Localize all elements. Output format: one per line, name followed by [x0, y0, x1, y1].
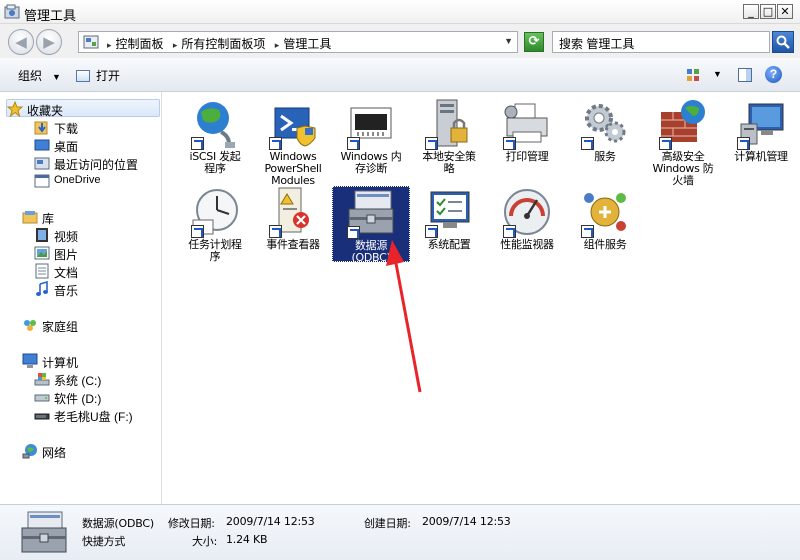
onedrive-icon [34, 174, 50, 188]
organize-button[interactable]: 组织 ▼ [18, 67, 61, 84]
window-title: 管理工具 [24, 8, 77, 23]
detail-type: 快捷方式 [82, 535, 126, 548]
downloads-icon [34, 121, 48, 135]
recent-places-icon [34, 157, 50, 170]
item-powershell-modules[interactable]: Windows PowerShell Modules [254, 98, 332, 187]
crumb-admin-tools[interactable]: 管理工具 [283, 37, 331, 51]
shortcut-overlay-icon [659, 137, 672, 150]
item-local-security-policy[interactable]: 本地安全策略 [410, 98, 488, 175]
view-icon[interactable] [686, 68, 700, 82]
item-odbc-data-sources[interactable]: 数据源 (ODBC) [332, 186, 410, 264]
breadcrumb: ▸ 控制面板 ▸ 所有控制面板项 ▸ 管理工具 [107, 37, 332, 51]
preview-pane-button[interactable] [738, 68, 752, 82]
refresh-button[interactable]: ⟳ [524, 32, 544, 52]
back-button[interactable]: ◀ [8, 29, 34, 55]
chevron-down-icon: ▼ [52, 72, 61, 82]
computer-icon [22, 353, 38, 368]
item-component-services[interactable]: 组件服务 [566, 186, 644, 251]
crumb-all-items[interactable]: 所有控制面板项 [181, 37, 265, 51]
admin-tools-icon [4, 4, 20, 19]
maximize-button[interactable]: □ [760, 4, 776, 19]
item-computer-management[interactable]: 计算机管理 [722, 98, 800, 163]
shortcut-overlay-icon [269, 137, 282, 150]
detail-modified: 2009/7/14 12:53 [226, 515, 315, 528]
search-button[interactable] [772, 31, 794, 53]
item-task-scheduler[interactable]: 任务计划程序 [176, 186, 254, 263]
shortcut-overlay-icon [191, 225, 204, 238]
open-button[interactable]: 打开 [76, 67, 120, 84]
address-bar[interactable]: ▸ 控制面板 ▸ 所有控制面板项 ▸ 管理工具 ▼ [78, 31, 518, 53]
star-icon [7, 101, 23, 117]
close-button[interactable]: ✕ [777, 4, 793, 19]
search-icon [776, 35, 790, 49]
usb-drive-icon [34, 413, 50, 420]
videos-icon [36, 228, 48, 242]
shortcut-overlay-icon [191, 137, 204, 150]
file-view: iSCSI 发起 程序 Windows PowerShell Modules Wind… [166, 92, 800, 504]
odbc-toolbox-icon [21, 511, 67, 553]
help-button[interactable]: ? [765, 66, 782, 83]
detail-size: 1.24 KB [226, 533, 268, 546]
search-input[interactable]: 搜索 管理工具 [552, 31, 770, 53]
desktop-icon [34, 139, 50, 151]
forward-button[interactable]: ▶ [36, 29, 62, 55]
control-panel-icon [83, 35, 99, 49]
network-icon [22, 444, 37, 459]
shortcut-overlay-icon [737, 137, 750, 150]
shortcut-overlay-icon [269, 225, 282, 238]
view-dropdown-icon[interactable]: ▼ [713, 69, 722, 79]
shortcut-overlay-icon [425, 225, 438, 238]
libraries-icon [22, 211, 38, 224]
navigation-pane: 收藏夹 下载 桌面 最近访问的位置 OneDrive 库 视频 图片 文档 音乐… [0, 92, 162, 504]
detail-size-label: 大小: [192, 535, 218, 548]
system-drive-icon [34, 373, 50, 386]
detail-created: 2009/7/14 12:53 [422, 515, 511, 528]
nav-favorites[interactable]: 收藏夹 [6, 99, 160, 118]
item-performance-monitor[interactable]: 性能监视器 [488, 186, 566, 251]
minimize-button[interactable]: _ [743, 4, 759, 19]
detail-name: 数据源(ODBC) [82, 517, 154, 530]
chevron-down-icon[interactable]: ▼ [504, 36, 513, 46]
item-memory-diagnostic[interactable]: Windows 内存诊断 [332, 98, 410, 175]
shortcut-overlay-icon [581, 137, 594, 150]
shortcut-overlay-icon [425, 137, 438, 150]
command-bar: 组织 ▼ 打开 ▼ ? [0, 58, 800, 92]
title-bar: 管理工具 _ □ ✕ [0, 0, 800, 24]
item-windows-firewall[interactable]: 高级安全 Windows 防火墙 [644, 98, 722, 187]
homegroup-icon [24, 320, 36, 331]
shortcut-overlay-icon [347, 226, 360, 239]
address-row: ◀ ▶ ▸ 控制面板 ▸ 所有控制面板项 ▸ 管理工具 ▼ ⟳ 搜索 管理工具 [0, 24, 800, 58]
crumb-control-panel[interactable]: 控制面板 [116, 37, 164, 51]
shortcut-overlay-icon [347, 137, 360, 150]
documents-icon [35, 263, 49, 279]
open-icon [76, 70, 90, 82]
item-event-viewer[interactable]: 事件查看器 [254, 186, 332, 251]
detail-modified-label: 修改日期: [168, 517, 215, 530]
shortcut-overlay-icon [503, 225, 516, 238]
detail-created-label: 创建日期: [364, 517, 411, 530]
details-pane: 数据源(ODBC) 快捷方式 修改日期: 2009/7/14 12:53 大小:… [0, 504, 800, 560]
item-system-configuration[interactable]: 系统配置 [410, 186, 488, 251]
item-services[interactable]: 服务 [566, 98, 644, 163]
hard-drive-icon [34, 394, 50, 402]
music-icon [36, 281, 48, 296]
pictures-icon [34, 246, 50, 260]
item-print-management[interactable]: 打印管理 [488, 98, 566, 163]
shortcut-overlay-icon [503, 137, 516, 150]
shortcut-overlay-icon [581, 225, 594, 238]
item-iscsi-initiator[interactable]: iSCSI 发起 程序 [176, 98, 254, 175]
